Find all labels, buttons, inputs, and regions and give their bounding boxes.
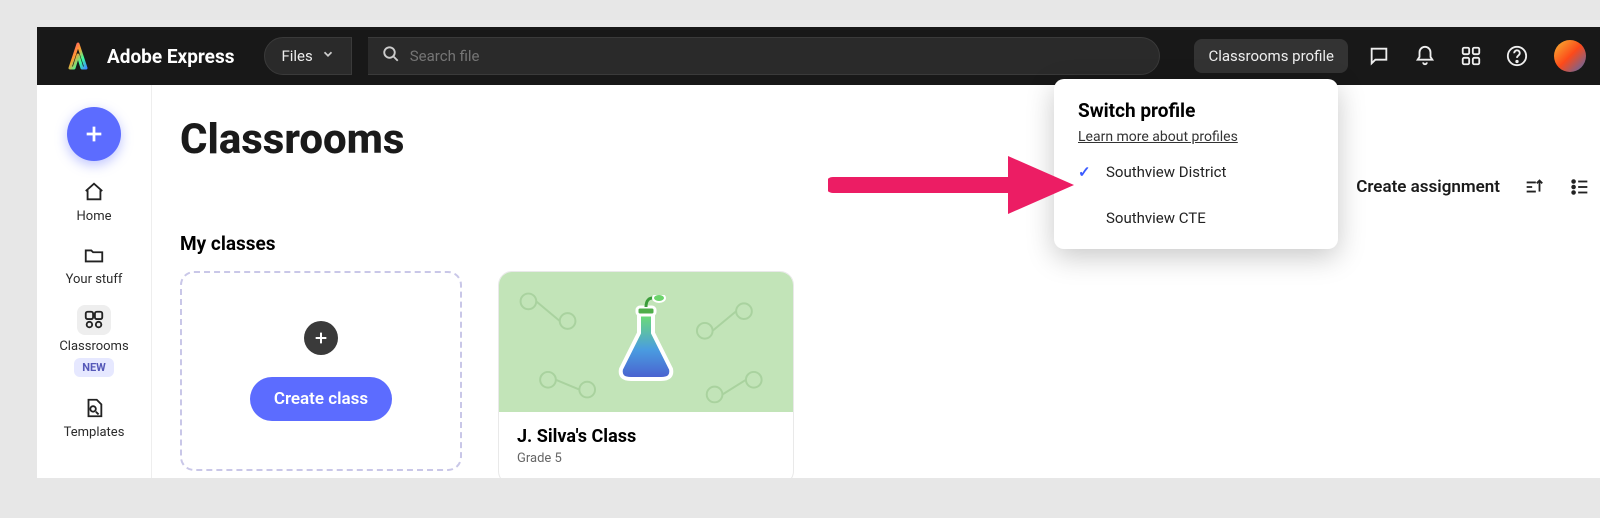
profile-option-southview-cte[interactable]: ✓ Southview CTE [1054, 199, 1338, 237]
create-new-fab[interactable] [67, 107, 121, 161]
create-assignment-button[interactable]: Create assignment [1356, 177, 1500, 197]
brand-block: Adobe Express [51, 39, 234, 73]
class-card[interactable]: J. Silva's Class Grade 5 [498, 271, 794, 478]
class-card-title: J. Silva's Class [517, 426, 775, 447]
class-card-subtitle: Grade 5 [517, 451, 775, 466]
search-icon [382, 45, 400, 67]
adobe-express-logo-icon [61, 39, 95, 73]
sidebar: Home Your stuff Classrooms NEW Templates [37, 85, 152, 478]
create-class-button[interactable]: Create class [250, 377, 392, 421]
sidebar-item-label: Templates [64, 425, 125, 440]
topbar: Adobe Express Files Classrooms profile [37, 27, 1600, 85]
files-dropdown[interactable]: Files [264, 37, 351, 75]
check-icon: ✓ [1078, 163, 1096, 181]
sidebar-item-your-stuff[interactable]: Your stuff [66, 242, 123, 287]
search-field-wrap[interactable] [368, 37, 1161, 75]
sidebar-item-templates[interactable]: Templates [64, 395, 125, 440]
home-icon [81, 179, 107, 205]
create-class-card[interactable]: Create class [180, 271, 462, 471]
page-title: Classrooms [180, 115, 1576, 164]
content-area: Classrooms Create assignment My classes … [152, 85, 1600, 478]
sidebar-item-label: Classrooms [59, 339, 128, 354]
brand-name: Adobe Express [107, 45, 234, 68]
sidebar-item-classrooms[interactable]: Classrooms NEW [59, 305, 128, 377]
class-card-body: J. Silva's Class Grade 5 [499, 412, 793, 478]
profile-option-label: Southview CTE [1106, 209, 1206, 227]
section-title: My classes [180, 232, 1576, 255]
avatar[interactable] [1554, 40, 1586, 72]
profile-option-label: Southview District [1106, 163, 1226, 181]
content-actions: Create assignment [1356, 175, 1600, 199]
apps-grid-icon[interactable] [1456, 41, 1486, 71]
learn-more-link[interactable]: Learn more about profiles [1054, 129, 1262, 145]
sidebar-item-home[interactable]: Home [77, 179, 112, 224]
class-cards: Create class [180, 271, 1576, 478]
create-class-plus-icon[interactable] [304, 321, 338, 355]
templates-icon [81, 395, 107, 421]
chat-icon[interactable] [1364, 41, 1394, 71]
profile-option-southview-district[interactable]: ✓ Southview District [1054, 153, 1338, 191]
folder-icon [81, 242, 107, 268]
sidebar-item-label: Home [77, 209, 112, 224]
classrooms-profile-button[interactable]: Classrooms profile [1194, 39, 1348, 73]
files-dropdown-label: Files [281, 47, 312, 65]
chevron-down-icon [321, 47, 335, 65]
sort-icon[interactable] [1522, 175, 1546, 199]
bell-icon[interactable] [1410, 41, 1440, 71]
new-badge: NEW [74, 358, 114, 377]
list-view-icon[interactable] [1568, 175, 1592, 199]
workspace: Home Your stuff Classrooms NEW Templates… [37, 85, 1600, 478]
classrooms-icon [77, 305, 111, 335]
molecule-pattern-icon [499, 272, 793, 409]
class-card-hero [499, 272, 793, 412]
help-icon[interactable] [1502, 41, 1532, 71]
sidebar-item-label: Your stuff [66, 272, 123, 287]
switch-profile-dropdown: Switch profile Learn more about profiles… [1054, 79, 1338, 249]
dropdown-heading: Switch profile [1054, 99, 1338, 126]
search-input[interactable] [410, 47, 1146, 65]
